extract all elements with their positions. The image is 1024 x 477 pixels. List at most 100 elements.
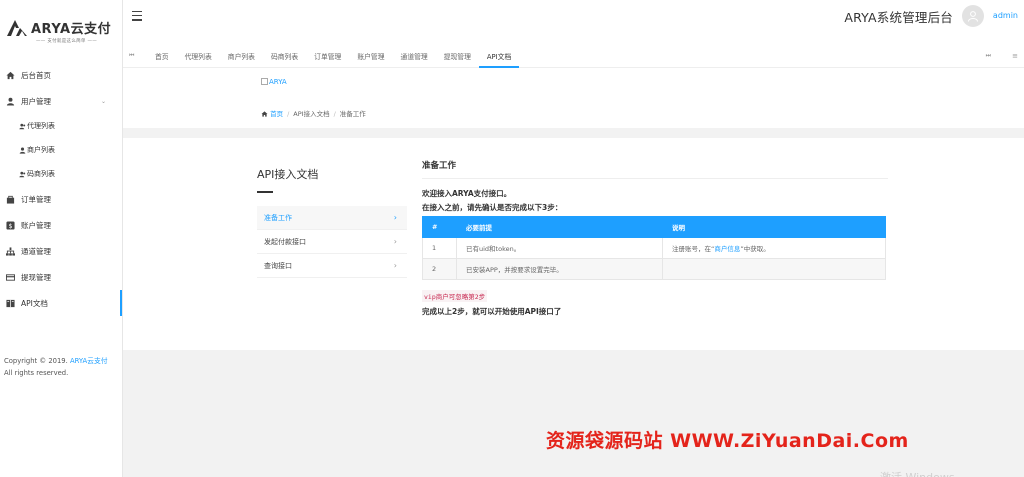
sidebar-item-label: 通道管理 [21,246,51,256]
copyright-suffix: All rights reserved. [4,369,69,377]
sidebar-item-api-docs[interactable]: API文档 [0,290,122,316]
sidebar-item-withdrawals[interactable]: 提现管理 [0,264,122,290]
completion-text: 完成以上2步，就可以开始使用API接口了 [422,307,562,316]
table-row: 2 已安装APP，并按要求设置完毕。 [422,258,886,280]
home-icon [261,110,270,118]
copyright-prefix: Copyright © 2019. [4,357,68,365]
user-icon [19,145,26,155]
intro-text: 欢迎接入ARYA支付接口。 在接入之前，请先确认是否完成以下3步： [422,187,888,215]
breadcrumb-api-docs[interactable]: API接入文档 [293,110,329,118]
sidebar-item-label: 商户列表 [27,146,55,154]
sidebar-item-label: 提现管理 [21,272,51,282]
sidebar-item-label: 订单管理 [21,194,51,204]
tab-scroll-left-icon[interactable]: ⏮ [129,52,134,60]
home-icon [5,70,15,80]
header-title: ARYA系统管理后台 [844,10,953,25]
book-icon [5,298,15,308]
prerequisites-table: # 必要前提 说明 1 已有uid和token。 注册账号，在“商户信息”中获取… [422,216,886,280]
doc-link-label: 发起付款接口 [264,237,306,246]
column-header-number: # [422,216,457,238]
site-watermark: 资源袋源码站 WWW.ZiYuanDai.Com [546,430,909,452]
copyright-link[interactable]: ARYA云支付 [70,357,108,365]
tab-home[interactable]: 首页 [147,46,177,68]
doc-link-query-api[interactable]: 查询接口 › [257,254,407,278]
tab-list: 首页 代理列表 商户列表 码商列表 订单管理 账户管理 通道管理 提现管理 AP… [147,46,520,68]
breadcrumb-current: 准备工作 [339,110,366,118]
tab-orders[interactable]: 订单管理 [306,46,349,68]
intro-line-1: 欢迎接入ARYA支付接口。 [422,189,512,198]
tab-api-docs[interactable]: API文档 [478,46,520,68]
sidebar-item-label: 码商列表 [27,170,55,178]
doc-nav: API接入文档 准备工作 › 发起付款接口 › 查询接口 › [257,158,407,278]
tab-merchants[interactable]: 商户列表 [220,46,263,68]
column-header-description: 说明 [662,216,886,238]
doc-link-payment-api[interactable]: 发起付款接口 › [257,230,407,254]
tree-icon [5,246,15,256]
doc-card: API接入文档 准备工作 › 发起付款接口 › 查询接口 › 准备工作 欢迎接入… [123,138,1024,350]
sidebar-item-label: 代理列表 [27,122,55,130]
sidebar-item-users[interactable]: 用户管理 ⌄ [0,88,122,114]
table-row: 1 已有uid和token。 注册账号，在“商户信息”中获取。 [422,237,886,259]
row-number: 2 [422,258,457,280]
sidebar-item-channels[interactable]: 通道管理 [0,238,122,264]
users-icon [19,121,26,131]
avatar[interactable] [962,5,984,27]
tab-menu-icon[interactable]: ≡ [1012,52,1018,60]
doc-title-underline [257,191,273,193]
row-requirement: 已安装APP，并按要求设置完毕。 [456,258,663,280]
sidebar-menu: 后台首页 用户管理 ⌄ 代理列表 商户列表 码商列表 订单管理 $ 账户管理 通… [0,62,122,316]
breadcrumb-home[interactable]: 首页 [270,110,283,118]
top-header: ARYA系统管理后台 admin [123,0,1024,36]
breadcrumb-separator: / [333,110,336,118]
doc-main: 准备工作 欢迎接入ARYA支付接口。 在接入之前，请先确认是否完成以下3步： #… [422,158,888,317]
dollar-icon: $ [5,220,15,230]
chevron-down-icon: ⌄ [100,97,106,105]
breadcrumb: 首页 / API接入文档 / 准备工作 [261,108,366,118]
brand-image: ARYA [261,78,287,86]
sidebar-subitem-coders[interactable]: 码商列表 [0,162,122,186]
username-link[interactable]: admin [993,11,1018,20]
tab-withdrawals[interactable]: 提现管理 [436,46,479,68]
tab-accounts[interactable]: 账户管理 [349,46,392,68]
tab-channels[interactable]: 通道管理 [393,46,436,68]
chevron-right-icon: › [393,237,397,246]
svg-text:$: $ [8,222,12,229]
logo-slogan: —— 支付就是这么简单 —— [36,39,98,44]
tab-scroll-right-icon[interactable]: ⏭ [986,52,991,60]
menu-toggle-icon[interactable] [132,11,142,24]
chevron-right-icon: › [393,261,397,270]
main-content: ARYA 首页 / API接入文档 / 准备工作 API接入文档 准备工作 › 发起付款… [123,68,1024,477]
merchant-info-link[interactable]: 商户信息 [714,245,740,253]
top-panel: ARYA 首页 / API接入文档 / 准备工作 [123,68,1024,128]
sidebar-item-home[interactable]: 后台首页 [0,62,122,88]
row-description [662,258,886,280]
intro-line-2: 在接入之前，请先确认是否完成以下3步： [422,203,563,212]
doc-nav-links: 准备工作 › 发起付款接口 › 查询接口 › [257,206,407,278]
logo-text: ARYA云支付 [31,22,112,37]
sidebar-item-label: 后台首页 [21,70,51,80]
table-header-row: # 必要前提 说明 [422,216,886,238]
sidebar-item-label: 账户管理 [21,220,51,230]
bag-icon [5,194,15,204]
sidebar-subitem-merchants[interactable]: 商户列表 [0,138,122,162]
doc-nav-title: API接入文档 [257,168,319,181]
doc-link-preparation[interactable]: 准备工作 › [257,206,407,230]
sidebar-item-orders[interactable]: 订单管理 [0,186,122,212]
desc-suffix: ”中获取。 [740,245,770,253]
doc-link-label: 准备工作 [264,213,292,222]
column-header-requirement: 必要前提 [456,216,663,238]
logo[interactable]: ARYA云支付 —— 支付就是这么简单 —— [0,0,122,62]
copyright: Copyright © 2019. ARYA云支付 All rights res… [4,355,116,379]
sidebar-subitem-agents[interactable]: 代理列表 [0,114,122,138]
sidebar-item-accounts[interactable]: $ 账户管理 [0,212,122,238]
windows-activation-watermark: 激活 Windows [880,469,955,477]
user-icon [5,96,15,106]
sidebar-item-label: 用户管理 [21,96,51,106]
sidebar-item-label: API文档 [21,298,48,308]
tab-coders[interactable]: 码商列表 [263,46,306,68]
tab-agents[interactable]: 代理列表 [177,46,220,68]
section-title: 准备工作 [422,159,888,179]
breadcrumb-separator: / [287,110,290,118]
user-avatar-icon [968,11,978,22]
desc-prefix: 注册账号，在“ [672,245,715,253]
